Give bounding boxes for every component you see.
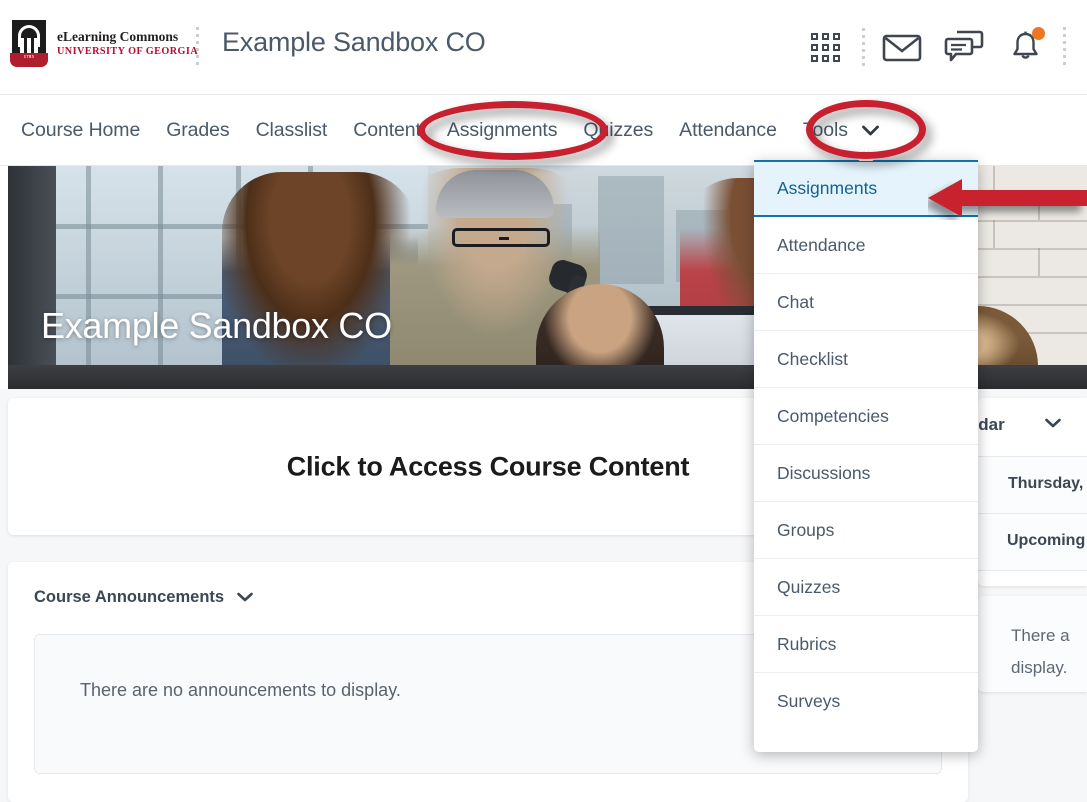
chevron-down-icon[interactable] <box>237 590 253 605</box>
sidebar-empty-line1: There a <box>1011 621 1070 651</box>
menu-item-label: Checklist <box>777 349 848 370</box>
page-title: Example Sandbox CO <box>222 27 486 58</box>
menu-item-label: Rubrics <box>777 634 836 655</box>
announcements-empty-message: There are no announcements to display. <box>80 680 401 701</box>
chevron-down-icon <box>862 123 879 139</box>
menu-item-label: Groups <box>777 520 834 541</box>
uga-arch-logo-icon: 1785 <box>10 20 48 67</box>
nav-item-attendance[interactable]: Attendance <box>666 119 790 142</box>
calendar-day-label: Thursday, M <box>1008 475 1087 493</box>
menu-item-label: Attendance <box>777 235 866 256</box>
header-divider-right <box>1063 27 1066 65</box>
nav-label: Assignments <box>447 119 558 141</box>
course-navbar: Course Home Grades Classlist Content Ass… <box>0 95 1087 166</box>
banner-course-title: Example Sandbox CO <box>41 305 392 347</box>
nav-item-classlist[interactable]: Classlist <box>243 119 341 142</box>
sidebar-empty-panel: There a display. <box>978 596 1087 692</box>
nav-label: Attendance <box>679 119 777 141</box>
header-icon-group <box>794 22 1057 72</box>
sidebar-empty-line2: display. <box>1011 653 1067 683</box>
menu-item-label: Quizzes <box>777 577 840 598</box>
waffle-menu-icon[interactable] <box>794 22 856 72</box>
menu-item-label: Discussions <box>777 463 870 484</box>
tools-menu-item-quizzes[interactable]: Quizzes <box>754 559 978 616</box>
calendar-widget: Calendar Thursday, M Upcoming e <box>978 398 1087 586</box>
tools-menu-item-checklist[interactable]: Checklist <box>754 331 978 388</box>
tools-menu-item-competencies[interactable]: Competencies <box>754 388 978 445</box>
notification-badge <box>1032 27 1045 40</box>
right-sidebar: Calendar Thursday, M Upcoming e There a … <box>978 398 1087 692</box>
brand-logo[interactable]: 1785 eLearning Commons UNIVERSITY OF GEO… <box>10 20 198 67</box>
nav-item-tools[interactable]: Tools <box>790 119 892 142</box>
nav-label: Quizzes <box>583 119 653 141</box>
tools-menu-item-assignments[interactable]: Assignments <box>754 160 978 217</box>
logo-year: 1785 <box>10 54 48 59</box>
calendar-title: Calendar <box>978 415 1005 435</box>
nav-item-course-home[interactable]: Course Home <box>8 119 153 142</box>
calendar-upcoming-row[interactable]: Upcoming e <box>978 514 1087 570</box>
tools-dropdown-menu: Assignments Attendance Chat Checklist Co… <box>754 160 978 752</box>
nav-item-quizzes[interactable]: Quizzes <box>570 119 666 142</box>
announcements-title: Course Announcements <box>34 588 224 607</box>
tools-menu-item-attendance[interactable]: Attendance <box>754 217 978 274</box>
bell-icon[interactable] <box>995 22 1057 72</box>
calendar-upcoming-label: Upcoming e <box>1007 532 1087 550</box>
nav-label: Classlist <box>256 119 328 141</box>
tools-menu-item-rubrics[interactable]: Rubrics <box>754 616 978 673</box>
menu-item-label: Chat <box>777 292 814 313</box>
nav-label: Tools <box>803 119 848 141</box>
nav-item-grades[interactable]: Grades <box>153 119 242 142</box>
tools-menu-item-surveys[interactable]: Surveys <box>754 673 978 730</box>
nav-label: Content <box>353 119 421 141</box>
tools-menu-item-groups[interactable]: Groups <box>754 502 978 559</box>
page-root: 1785 eLearning Commons UNIVERSITY OF GEO… <box>0 0 1087 802</box>
top-header: 1785 eLearning Commons UNIVERSITY OF GEO… <box>0 0 1087 95</box>
chat-bubbles-icon[interactable] <box>933 22 995 72</box>
menu-item-label: Assignments <box>777 178 877 199</box>
menu-item-label: Surveys <box>777 691 840 712</box>
logo-title: eLearning Commons <box>57 30 198 45</box>
logo-subtitle: UNIVERSITY OF GEORGIA <box>57 46 198 57</box>
menu-item-label: Competencies <box>777 406 889 427</box>
nav-link-list: Course Home Grades Classlist Content Ass… <box>8 95 892 166</box>
tools-menu-item-discussions[interactable]: Discussions <box>754 445 978 502</box>
chevron-down-icon[interactable] <box>1045 415 1061 432</box>
calendar-day-row[interactable]: Thursday, M <box>978 457 1087 513</box>
tools-menu-item-chat[interactable]: Chat <box>754 274 978 331</box>
nav-item-assignments[interactable]: Assignments <box>434 119 571 142</box>
dropdown-pointer-icon <box>858 151 875 161</box>
header-divider-left <box>196 27 199 65</box>
nav-label: Grades <box>166 119 229 141</box>
envelope-icon[interactable] <box>871 22 933 72</box>
nav-label: Course Home <box>21 119 140 141</box>
header-divider-icons <box>862 28 865 66</box>
calendar-header[interactable]: Calendar <box>978 398 1087 456</box>
nav-item-content[interactable]: Content <box>340 119 434 142</box>
